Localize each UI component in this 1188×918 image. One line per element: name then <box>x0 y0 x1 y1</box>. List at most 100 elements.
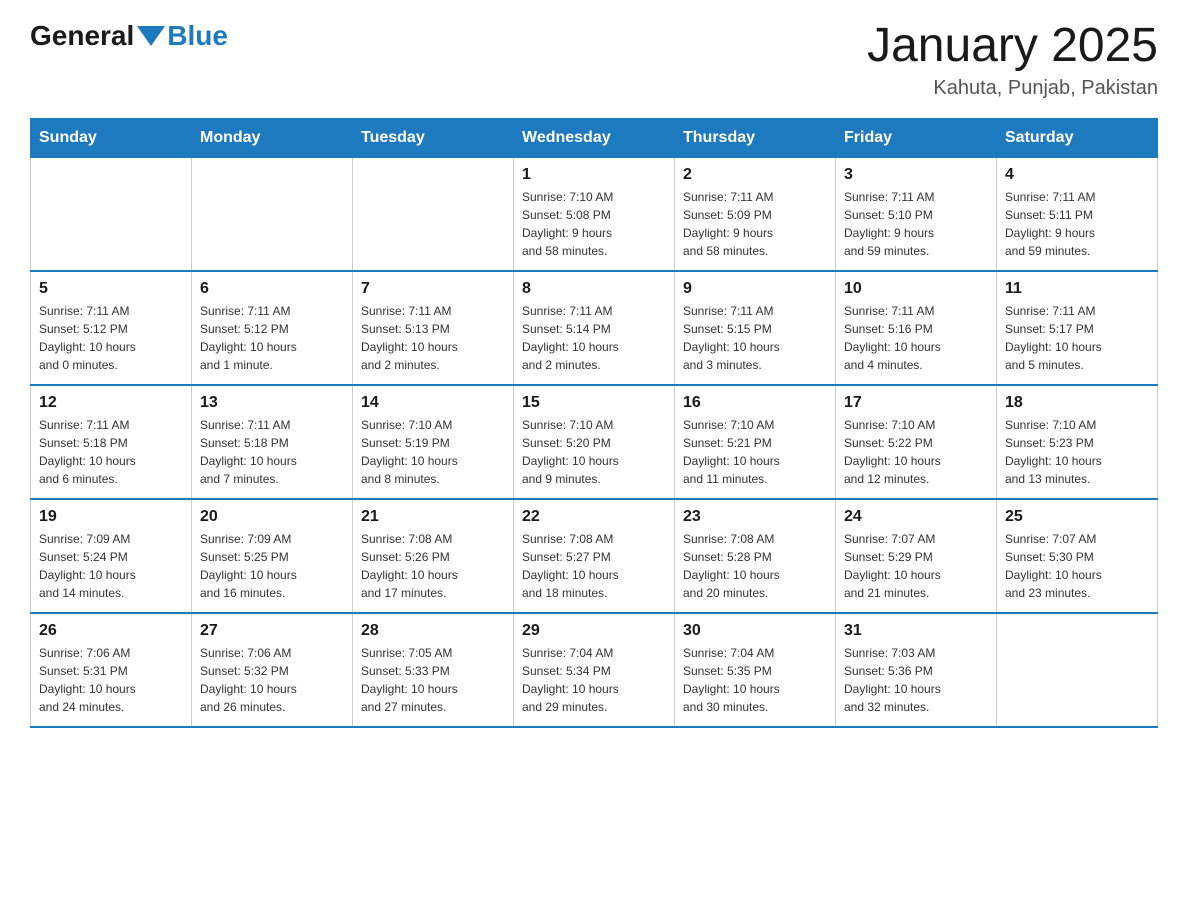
day-info: Sunrise: 7:11 AMSunset: 5:16 PMDaylight:… <box>844 302 988 374</box>
day-info: Sunrise: 7:10 AMSunset: 5:21 PMDaylight:… <box>683 416 827 488</box>
day-number: 8 <box>522 280 666 298</box>
day-number: 20 <box>200 508 344 526</box>
day-info: Sunrise: 7:07 AMSunset: 5:29 PMDaylight:… <box>844 530 988 602</box>
day-info: Sunrise: 7:11 AMSunset: 5:12 PMDaylight:… <box>200 302 344 374</box>
calendar-cell: 3 Sunrise: 7:11 AMSunset: 5:10 PMDaylight… <box>836 157 997 271</box>
calendar-cell: 7Sunrise: 7:11 AMSunset: 5:13 PMDaylight… <box>353 271 514 385</box>
day-info: Sunrise: 7:11 AMSunset: 5:11 PMDaylight:… <box>1005 188 1149 260</box>
weekday-header-row: SundayMondayTuesdayWednesdayThursdayFrid… <box>31 118 1158 157</box>
calendar-cell: 17 Sunrise: 7:10 AMSunset: 5:22 PMDayligh… <box>836 385 997 499</box>
day-number: 21 <box>361 508 505 526</box>
day-number: 9 <box>683 280 827 298</box>
day-info: Sunrise: 7:11 AMSunset: 5:15 PMDaylight:… <box>683 302 827 374</box>
logo-blue-text: Blue <box>167 20 228 52</box>
day-number: 30 <box>683 622 827 640</box>
calendar-title: January 2025 <box>867 20 1158 73</box>
day-number: 11 <box>1005 280 1149 298</box>
calendar-week-row: 19 Sunrise: 7:09 AMSunset: 5:24 PMDayligh… <box>31 499 1158 613</box>
calendar-cell: 14Sunrise: 7:10 AMSunset: 5:19 PMDayligh… <box>353 385 514 499</box>
calendar-cell: 20 Sunrise: 7:09 AMSunset: 5:25 PMDayligh… <box>192 499 353 613</box>
calendar-cell: 29 Sunrise: 7:04 AMSunset: 5:34 PMDayligh… <box>514 613 675 727</box>
calendar-cell: 30 Sunrise: 7:04 AMSunset: 5:35 PMDayligh… <box>675 613 836 727</box>
day-number: 16 <box>683 394 827 412</box>
day-number: 18 <box>1005 394 1149 412</box>
day-number: 28 <box>361 622 505 640</box>
day-info: Sunrise: 7:10 AMSunset: 5:20 PMDaylight:… <box>522 416 666 488</box>
weekday-header-sunday: Sunday <box>31 118 192 157</box>
day-info: Sunrise: 7:08 AMSunset: 5:28 PMDaylight:… <box>683 530 827 602</box>
day-info: Sunrise: 7:06 AMSunset: 5:31 PMDaylight:… <box>39 644 183 716</box>
logo-general-text: General <box>30 20 134 52</box>
day-info: Sunrise: 7:03 AMSunset: 5:36 PMDaylight:… <box>844 644 988 716</box>
day-number: 10 <box>844 280 988 298</box>
day-info: Sunrise: 7:09 AMSunset: 5:25 PMDaylight:… <box>200 530 344 602</box>
day-info: Sunrise: 7:08 AMSunset: 5:26 PMDaylight:… <box>361 530 505 602</box>
day-info: Sunrise: 7:09 AMSunset: 5:24 PMDaylight:… <box>39 530 183 602</box>
day-info: Sunrise: 7:11 AMSunset: 5:18 PMDaylight:… <box>39 416 183 488</box>
day-info: Sunrise: 7:10 AMSunset: 5:08 PMDaylight:… <box>522 188 666 260</box>
day-info: Sunrise: 7:06 AMSunset: 5:32 PMDaylight:… <box>200 644 344 716</box>
calendar-cell: 4Sunrise: 7:11 AMSunset: 5:11 PMDaylight… <box>997 157 1158 271</box>
day-info: Sunrise: 7:11 AMSunset: 5:09 PMDaylight:… <box>683 188 827 260</box>
calendar-cell: 22Sunrise: 7:08 AMSunset: 5:27 PMDayligh… <box>514 499 675 613</box>
calendar-week-row: 26 Sunrise: 7:06 AMSunset: 5:31 PMDayligh… <box>31 613 1158 727</box>
day-number: 29 <box>522 622 666 640</box>
weekday-header-monday: Monday <box>192 118 353 157</box>
calendar-cell: 6Sunrise: 7:11 AMSunset: 5:12 PMDaylight… <box>192 271 353 385</box>
day-number: 17 <box>844 394 988 412</box>
day-info: Sunrise: 7:10 AMSunset: 5:23 PMDaylight:… <box>1005 416 1149 488</box>
calendar-week-row: 12 Sunrise: 7:11 AMSunset: 5:18 PMDayligh… <box>31 385 1158 499</box>
calendar-cell: 23 Sunrise: 7:08 AMSunset: 5:28 PMDayligh… <box>675 499 836 613</box>
day-info: Sunrise: 7:11 AMSunset: 5:10 PMDaylight:… <box>844 188 988 260</box>
day-number: 19 <box>39 508 183 526</box>
day-number: 26 <box>39 622 183 640</box>
logo-triangle-icon <box>137 26 165 46</box>
day-info: Sunrise: 7:11 AMSunset: 5:13 PMDaylight:… <box>361 302 505 374</box>
calendar-cell: 25 Sunrise: 7:07 AMSunset: 5:30 PMDayligh… <box>997 499 1158 613</box>
day-info: Sunrise: 7:08 AMSunset: 5:27 PMDaylight:… <box>522 530 666 602</box>
day-info: Sunrise: 7:10 AMSunset: 5:19 PMDaylight:… <box>361 416 505 488</box>
calendar-cell: 21 Sunrise: 7:08 AMSunset: 5:26 PMDayligh… <box>353 499 514 613</box>
day-number: 12 <box>39 394 183 412</box>
calendar-week-row: 1 Sunrise: 7:10 AMSunset: 5:08 PMDaylight… <box>31 157 1158 271</box>
day-info: Sunrise: 7:04 AMSunset: 5:35 PMDaylight:… <box>683 644 827 716</box>
day-number: 25 <box>1005 508 1149 526</box>
calendar-cell: 18 Sunrise: 7:10 AMSunset: 5:23 PMDayligh… <box>997 385 1158 499</box>
calendar-cell: 9 Sunrise: 7:11 AMSunset: 5:15 PMDaylight… <box>675 271 836 385</box>
weekday-header-wednesday: Wednesday <box>514 118 675 157</box>
calendar-cell: 15 Sunrise: 7:10 AMSunset: 5:20 PMDayligh… <box>514 385 675 499</box>
calendar-cell <box>997 613 1158 727</box>
day-info: Sunrise: 7:10 AMSunset: 5:22 PMDaylight:… <box>844 416 988 488</box>
weekday-header-saturday: Saturday <box>997 118 1158 157</box>
day-info: Sunrise: 7:11 AMSunset: 5:17 PMDaylight:… <box>1005 302 1149 374</box>
title-area: January 2025 Kahuta, Punjab, Pakistan <box>867 20 1158 100</box>
calendar-cell: 10 Sunrise: 7:11 AMSunset: 5:16 PMDayligh… <box>836 271 997 385</box>
calendar-cell: 16 Sunrise: 7:10 AMSunset: 5:21 PMDayligh… <box>675 385 836 499</box>
calendar-header: SundayMondayTuesdayWednesdayThursdayFrid… <box>31 118 1158 157</box>
calendar-cell: 31Sunrise: 7:03 AMSunset: 5:36 PMDayligh… <box>836 613 997 727</box>
calendar-cell: 5Sunrise: 7:11 AMSunset: 5:12 PMDaylight… <box>31 271 192 385</box>
calendar-body: 1 Sunrise: 7:10 AMSunset: 5:08 PMDaylight… <box>31 157 1158 727</box>
calendar-cell <box>353 157 514 271</box>
calendar-subtitle: Kahuta, Punjab, Pakistan <box>867 77 1158 100</box>
day-number: 15 <box>522 394 666 412</box>
calendar-cell: 12 Sunrise: 7:11 AMSunset: 5:18 PMDayligh… <box>31 385 192 499</box>
weekday-header-friday: Friday <box>836 118 997 157</box>
calendar-cell: 1 Sunrise: 7:10 AMSunset: 5:08 PMDaylight… <box>514 157 675 271</box>
logo: General Blue <box>30 20 228 52</box>
calendar-table: SundayMondayTuesdayWednesdayThursdayFrid… <box>30 118 1158 728</box>
calendar-cell: 8Sunrise: 7:11 AMSunset: 5:14 PMDaylight… <box>514 271 675 385</box>
day-number: 3 <box>844 166 988 184</box>
day-number: 2 <box>683 166 827 184</box>
day-info: Sunrise: 7:04 AMSunset: 5:34 PMDaylight:… <box>522 644 666 716</box>
calendar-week-row: 5 Sunrise: 7:11 AMSunset: 5:12 PMDaylight… <box>31 271 1158 385</box>
calendar-cell <box>31 157 192 271</box>
calendar-cell: 2 Sunrise: 7:11 AMSunset: 5:09 PMDaylight… <box>675 157 836 271</box>
day-number: 23 <box>683 508 827 526</box>
day-number: 5 <box>39 280 183 298</box>
calendar-cell: 27Sunrise: 7:06 AMSunset: 5:32 PMDayligh… <box>192 613 353 727</box>
day-info: Sunrise: 7:07 AMSunset: 5:30 PMDaylight:… <box>1005 530 1149 602</box>
calendar-cell: 11 Sunrise: 7:11 AMSunset: 5:17 PMDayligh… <box>997 271 1158 385</box>
day-info: Sunrise: 7:11 AMSunset: 5:18 PMDaylight:… <box>200 416 344 488</box>
day-number: 1 <box>522 166 666 184</box>
